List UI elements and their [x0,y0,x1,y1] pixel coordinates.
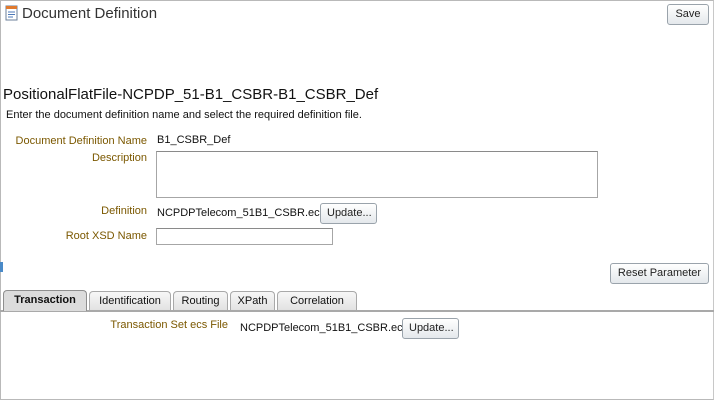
panel-edge-marker [0,262,3,272]
document-definition-panel [0,0,714,400]
tab-routing[interactable]: Routing [173,291,228,310]
root-xsd-input[interactable] [156,228,333,245]
tab-strip-divider [0,310,714,312]
document-icon [5,5,18,21]
reset-parameter-button[interactable]: Reset Parameter [610,263,709,284]
transaction-ecs-file-label: Transaction Set ecs File [110,319,228,331]
description-textarea[interactable] [156,151,598,198]
tab-correlation[interactable]: Correlation [277,291,357,310]
panel-title: Document Definition [22,5,158,22]
save-button[interactable]: Save [667,4,709,25]
tab-transaction[interactable]: Transaction [3,290,87,311]
definition-label: Definition [101,205,147,217]
tab-xpath[interactable]: XPath [230,291,275,310]
doc-def-name-value: B1_CSBR_Def [157,134,231,146]
page-title: PositionalFlatFile-NCPDP_51-B1_CSBR-B1_C… [3,86,379,103]
instruction-text: Enter the document definition name and s… [6,109,362,121]
definition-update-button[interactable]: Update... [320,203,377,224]
root-xsd-label: Root XSD Name [65,230,147,242]
transaction-update-button[interactable]: Update... [402,318,459,339]
tab-identification[interactable]: Identification [89,291,171,310]
definition-file-value: NCPDPTelecom_51B1_CSBR.ecs [157,207,326,219]
transaction-ecs-file-value: NCPDPTelecom_51B1_CSBR.ecs [240,322,409,334]
doc-def-name-label: Document Definition Name [15,135,147,147]
description-label: Description [91,152,147,164]
